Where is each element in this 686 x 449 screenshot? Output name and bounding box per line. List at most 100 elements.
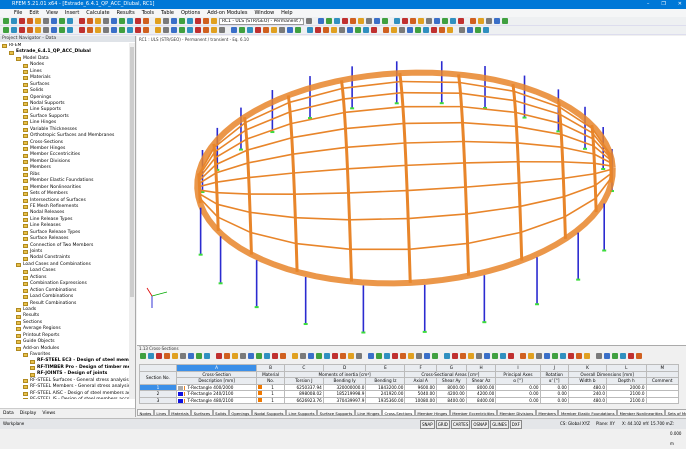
table-cell[interactable]: 1935360.00 — [366, 397, 405, 404]
toolbar-icon[interactable] — [171, 27, 177, 33]
tab-cross-sections[interactable]: Cross-Sections — [382, 409, 415, 416]
toolbar-icon[interactable] — [143, 27, 149, 33]
toolbar-icon[interactable] — [382, 18, 388, 24]
toolbar-icon[interactable] — [231, 27, 237, 33]
table-cell[interactable] — [646, 397, 678, 404]
toolbar-icon[interactable] — [51, 18, 57, 24]
menu-file[interactable]: File — [14, 9, 22, 17]
toolbar-icon[interactable] — [432, 353, 438, 359]
menu-results[interactable]: Results — [117, 9, 135, 17]
toolbar-icon[interactable] — [211, 18, 217, 24]
toolbar-icon[interactable] — [612, 353, 618, 359]
toolbar-icon[interactable] — [528, 353, 534, 359]
toolbar-icon[interactable] — [340, 353, 346, 359]
tab-members[interactable]: Members — [536, 409, 559, 416]
toolbar-icon[interactable] — [143, 18, 149, 24]
menu-help[interactable]: Help — [281, 9, 292, 17]
menu-insert[interactable]: Insert — [65, 9, 79, 17]
toolbar-icon[interactable] — [416, 353, 422, 359]
toolbar-icon[interactable] — [240, 353, 246, 359]
toolbar-icon[interactable] — [324, 353, 330, 359]
toolbar-icon[interactable] — [620, 353, 626, 359]
toolbar-icon[interactable] — [399, 27, 405, 33]
menu-tools[interactable]: Tools — [142, 9, 154, 17]
toolbar-icon[interactable] — [140, 353, 146, 359]
toolbar-icon[interactable] — [418, 18, 424, 24]
toolbar-icon[interactable] — [536, 353, 542, 359]
toolbar-icon[interactable] — [87, 18, 93, 24]
toolbar-icon[interactable] — [458, 18, 464, 24]
toolbar-icon[interactable] — [392, 353, 398, 359]
nav-tab-data[interactable]: Data — [3, 409, 14, 417]
toolbar-icon[interactable] — [203, 18, 209, 24]
toolbar-icon[interactable] — [127, 27, 133, 33]
toolbar-icon[interactable] — [19, 27, 25, 33]
toolbar-icon[interactable] — [187, 27, 193, 33]
table-cell[interactable]: 0.00 — [540, 397, 568, 404]
table-cell[interactable]: 480.0 — [568, 397, 606, 404]
toolbar-icon[interactable] — [315, 27, 321, 33]
model-3d-view[interactable]: RC1 : ULS (STR/GEO) - Permanent / transi… — [137, 36, 686, 345]
toolbar-icon[interactable] — [468, 353, 474, 359]
toolbar-icon[interactable] — [256, 353, 262, 359]
table-cell[interactable]: 6626923.76 — [284, 397, 323, 404]
toolbar-icon[interactable] — [439, 27, 445, 33]
toolbar-icon[interactable] — [484, 353, 490, 359]
toolbar-icon[interactable] — [348, 353, 354, 359]
toolbar-icon[interactable] — [447, 27, 453, 33]
toolbar-icon[interactable] — [59, 18, 65, 24]
toolbar-icon[interactable] — [383, 27, 389, 33]
toolbar-icon[interactable] — [111, 27, 117, 33]
toolbar-icon[interactable] — [394, 18, 400, 24]
toolbar-icon[interactable] — [67, 27, 73, 33]
minimize-button[interactable]: – — [647, 0, 650, 9]
toolbar-icon[interactable] — [318, 18, 324, 24]
toolbar-icon[interactable] — [374, 18, 380, 24]
toolbar-icon[interactable] — [19, 18, 25, 24]
toolbar-icon[interactable] — [163, 18, 169, 24]
maximize-button[interactable]: ❐ — [661, 0, 665, 9]
toolbar-icon[interactable] — [475, 27, 481, 33]
toggle-cartes[interactable]: CARTES — [451, 420, 471, 429]
toolbar-icon[interactable] — [43, 18, 49, 24]
toolbar-icon[interactable] — [27, 18, 33, 24]
toolbar-icon[interactable] — [596, 353, 602, 359]
toolbar-icon[interactable] — [494, 18, 500, 24]
toolbar-icon[interactable] — [280, 353, 286, 359]
menu-table[interactable]: Table — [161, 9, 174, 17]
toolbar-icon[interactable] — [95, 18, 101, 24]
toolbar-icon[interactable] — [79, 18, 85, 24]
table-cell[interactable]: 8400.00 — [436, 397, 466, 404]
toolbar-icon[interactable] — [295, 27, 301, 33]
tab-line-hinges[interactable]: Line Hinges — [355, 409, 382, 416]
toolbar-icon[interactable] — [79, 27, 85, 33]
toolbar-icon[interactable] — [508, 353, 514, 359]
toolbar-icon[interactable] — [195, 27, 201, 33]
toolbar-icon[interactable] — [300, 353, 306, 359]
toolbar-icon[interactable] — [424, 353, 430, 359]
toolbar-icon[interactable] — [500, 353, 506, 359]
toolbar-icon[interactable] — [334, 18, 340, 24]
toolbar-icon[interactable] — [316, 353, 322, 359]
toolbar-icon[interactable] — [111, 18, 117, 24]
toolbar-icon[interactable] — [347, 27, 353, 33]
table-cell[interactable]: 8400.00 — [466, 397, 496, 404]
menu-add-on-modules[interactable]: Add-on Modules — [207, 9, 247, 17]
toolbar-icon[interactable] — [59, 27, 65, 33]
toolbar-icon[interactable] — [331, 27, 337, 33]
toolbar-icon[interactable] — [326, 18, 332, 24]
toggle-glines[interactable]: GLINES — [490, 420, 509, 429]
toolbar-icon[interactable] — [323, 27, 329, 33]
toolbar-icon[interactable] — [3, 18, 9, 24]
toolbar-icon[interactable] — [179, 27, 185, 33]
navigator-scrollbar[interactable] — [129, 43, 135, 399]
toolbar-icon[interactable] — [3, 27, 9, 33]
table-cell[interactable]: T-Rectangle 480/2100 — [176, 397, 256, 404]
toolbar-icon[interactable] — [292, 353, 298, 359]
toolbar-icon[interactable] — [216, 353, 222, 359]
toolbar-icon[interactable] — [402, 18, 408, 24]
toolbar-icon[interactable] — [95, 27, 101, 33]
toolbar-icon[interactable] — [156, 353, 162, 359]
table-cell[interactable]: 0.00 — [496, 397, 540, 404]
tree-item[interactable]: RF-STEEL IS - Design of steel members ac… — [0, 397, 129, 399]
